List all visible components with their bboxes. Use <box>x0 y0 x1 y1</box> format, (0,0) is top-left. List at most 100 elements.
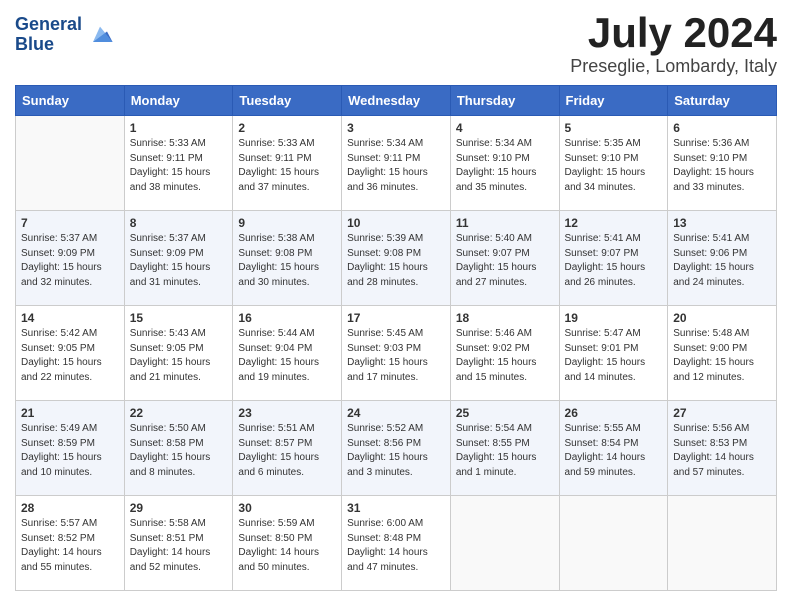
day-number: 27 <box>673 406 771 420</box>
calendar-cell: 19 Sunrise: 5:47 AM Sunset: 9:01 PM Dayli… <box>559 306 668 401</box>
header-cell-saturday: Saturday <box>668 86 777 116</box>
week-row-4: 21Sunrise: 5:49 AM Sunset: 8:59 PM Dayli… <box>16 401 777 496</box>
cell-info: Sunrise: 5:34 AM Sunset: 9:11 PM Dayligh… <box>347 137 445 195</box>
day-number: 26 <box>565 406 663 420</box>
calendar-cell: 12Sunrise: 5:41 AM Sunset: 9:07 PM Dayli… <box>559 211 668 306</box>
calendar-cell: 22 Sunrise: 5:50 AM Sunset: 8:58 PM Dayli… <box>124 401 233 496</box>
header-row: SundayMondayTuesdayWednesdayThursdayFrid… <box>16 86 777 116</box>
logo-line1: General <box>15 14 82 34</box>
day-number: 19 <box>565 311 663 325</box>
header-cell-friday: Friday <box>559 86 668 116</box>
week-row-5: 28Sunrise: 5:57 AM Sunset: 8:52 PM Dayli… <box>16 496 777 591</box>
logo-icon <box>86 21 114 49</box>
day-number: 11 <box>456 216 554 230</box>
day-number: 15 <box>130 311 228 325</box>
day-number: 30 <box>238 501 336 515</box>
day-number: 12 <box>565 216 663 230</box>
cell-info: Sunrise: 5:37 AM Sunset: 9:09 PM Dayligh… <box>130 232 228 290</box>
calendar-cell: 6 Sunrise: 5:36 AM Sunset: 9:10 PM Daylig… <box>668 116 777 211</box>
calendar-table: SundayMondayTuesdayWednesdayThursdayFrid… <box>15 85 777 591</box>
calendar-cell: 29 Sunrise: 5:58 AM Sunset: 8:51 PM Dayli… <box>124 496 233 591</box>
day-number: 22 <box>130 406 228 420</box>
cell-info: Sunrise: 5:59 AM Sunset: 8:50 PM Dayligh… <box>238 517 336 575</box>
calendar-cell: 25Sunrise: 5:54 AM Sunset: 8:55 PM Dayli… <box>450 401 559 496</box>
calendar-cell: 27 Sunrise: 5:56 AM Sunset: 8:53 PM Dayli… <box>668 401 777 496</box>
logo: General Blue <box>15 15 114 55</box>
calendar-cell: 11 Sunrise: 5:40 AM Sunset: 9:07 PM Dayli… <box>450 211 559 306</box>
calendar-cell: 9Sunrise: 5:38 AM Sunset: 9:08 PM Daylig… <box>233 211 342 306</box>
cell-info: Sunrise: 5:50 AM Sunset: 8:58 PM Dayligh… <box>130 422 228 480</box>
calendar-cell: 1 Sunrise: 5:33 AM Sunset: 9:11 PM Daylig… <box>124 116 233 211</box>
calendar-cell: 18 Sunrise: 5:46 AM Sunset: 9:02 PM Dayli… <box>450 306 559 401</box>
calendar-cell: 20 Sunrise: 5:48 AM Sunset: 9:00 PM Dayli… <box>668 306 777 401</box>
day-number: 20 <box>673 311 771 325</box>
cell-info: Sunrise: 5:47 AM Sunset: 9:01 PM Dayligh… <box>565 327 663 385</box>
cell-info: Sunrise: 5:45 AM Sunset: 9:03 PM Dayligh… <box>347 327 445 385</box>
week-row-2: 7 Sunrise: 5:37 AM Sunset: 9:09 PM Daylig… <box>16 211 777 306</box>
cell-info: Sunrise: 5:43 AM Sunset: 9:05 PM Dayligh… <box>130 327 228 385</box>
header-cell-sunday: Sunday <box>16 86 125 116</box>
location-title: Preseglie, Lombardy, Italy <box>570 56 777 77</box>
title-area: July 2024 Preseglie, Lombardy, Italy <box>570 10 777 77</box>
day-number: 18 <box>456 311 554 325</box>
day-number: 7 <box>21 216 119 230</box>
cell-info: Sunrise: 5:34 AM Sunset: 9:10 PM Dayligh… <box>456 137 554 195</box>
day-number: 8 <box>130 216 228 230</box>
cell-info: Sunrise: 5:46 AM Sunset: 9:02 PM Dayligh… <box>456 327 554 385</box>
header-cell-wednesday: Wednesday <box>342 86 451 116</box>
header-cell-thursday: Thursday <box>450 86 559 116</box>
cell-info: Sunrise: 5:33 AM Sunset: 9:11 PM Dayligh… <box>238 137 336 195</box>
cell-info: Sunrise: 5:42 AM Sunset: 9:05 PM Dayligh… <box>21 327 119 385</box>
calendar-cell: 21Sunrise: 5:49 AM Sunset: 8:59 PM Dayli… <box>16 401 125 496</box>
day-number: 3 <box>347 121 445 135</box>
cell-info: Sunrise: 5:48 AM Sunset: 9:00 PM Dayligh… <box>673 327 771 385</box>
calendar-cell <box>668 496 777 591</box>
calendar-cell: 10 Sunrise: 5:39 AM Sunset: 9:08 PM Dayli… <box>342 211 451 306</box>
day-number: 31 <box>347 501 445 515</box>
day-number: 1 <box>130 121 228 135</box>
day-number: 29 <box>130 501 228 515</box>
cell-info: Sunrise: 5:38 AM Sunset: 9:08 PM Dayligh… <box>238 232 336 290</box>
day-number: 2 <box>238 121 336 135</box>
day-number: 23 <box>238 406 336 420</box>
cell-info: Sunrise: 5:57 AM Sunset: 8:52 PM Dayligh… <box>21 517 119 575</box>
day-number: 13 <box>673 216 771 230</box>
calendar-cell: 31 Sunrise: 6:00 AM Sunset: 8:48 PM Dayli… <box>342 496 451 591</box>
calendar-cell <box>16 116 125 211</box>
day-number: 25 <box>456 406 554 420</box>
cell-info: Sunrise: 5:39 AM Sunset: 9:08 PM Dayligh… <box>347 232 445 290</box>
cell-info: Sunrise: 5:49 AM Sunset: 8:59 PM Dayligh… <box>21 422 119 480</box>
header-cell-tuesday: Tuesday <box>233 86 342 116</box>
cell-info: Sunrise: 6:00 AM Sunset: 8:48 PM Dayligh… <box>347 517 445 575</box>
cell-info: Sunrise: 5:33 AM Sunset: 9:11 PM Dayligh… <box>130 137 228 195</box>
day-number: 4 <box>456 121 554 135</box>
calendar-cell: 2 Sunrise: 5:33 AM Sunset: 9:11 PM Daylig… <box>233 116 342 211</box>
calendar-cell <box>450 496 559 591</box>
cell-info: Sunrise: 5:36 AM Sunset: 9:10 PM Dayligh… <box>673 137 771 195</box>
calendar-cell: 4 Sunrise: 5:34 AM Sunset: 9:10 PM Daylig… <box>450 116 559 211</box>
calendar-cell: 24Sunrise: 5:52 AM Sunset: 8:56 PM Dayli… <box>342 401 451 496</box>
cell-info: Sunrise: 5:55 AM Sunset: 8:54 PM Dayligh… <box>565 422 663 480</box>
cell-info: Sunrise: 5:40 AM Sunset: 9:07 PM Dayligh… <box>456 232 554 290</box>
header-cell-monday: Monday <box>124 86 233 116</box>
day-number: 6 <box>673 121 771 135</box>
calendar-cell: 23 Sunrise: 5:51 AM Sunset: 8:57 PM Dayli… <box>233 401 342 496</box>
calendar-cell: 13Sunrise: 5:41 AM Sunset: 9:06 PM Dayli… <box>668 211 777 306</box>
calendar-cell: 8 Sunrise: 5:37 AM Sunset: 9:09 PM Daylig… <box>124 211 233 306</box>
day-number: 16 <box>238 311 336 325</box>
calendar-cell: 15 Sunrise: 5:43 AM Sunset: 9:05 PM Dayli… <box>124 306 233 401</box>
cell-info: Sunrise: 5:58 AM Sunset: 8:51 PM Dayligh… <box>130 517 228 575</box>
calendar-cell <box>559 496 668 591</box>
cell-info: Sunrise: 5:56 AM Sunset: 8:53 PM Dayligh… <box>673 422 771 480</box>
day-number: 10 <box>347 216 445 230</box>
day-number: 24 <box>347 406 445 420</box>
cell-info: Sunrise: 5:51 AM Sunset: 8:57 PM Dayligh… <box>238 422 336 480</box>
day-number: 5 <box>565 121 663 135</box>
calendar-cell: 16Sunrise: 5:44 AM Sunset: 9:04 PM Dayli… <box>233 306 342 401</box>
day-number: 14 <box>21 311 119 325</box>
calendar-cell: 30 Sunrise: 5:59 AM Sunset: 8:50 PM Dayli… <box>233 496 342 591</box>
cell-info: Sunrise: 5:37 AM Sunset: 9:09 PM Dayligh… <box>21 232 119 290</box>
cell-info: Sunrise: 5:35 AM Sunset: 9:10 PM Dayligh… <box>565 137 663 195</box>
day-number: 17 <box>347 311 445 325</box>
calendar-cell: 5 Sunrise: 5:35 AM Sunset: 9:10 PM Daylig… <box>559 116 668 211</box>
